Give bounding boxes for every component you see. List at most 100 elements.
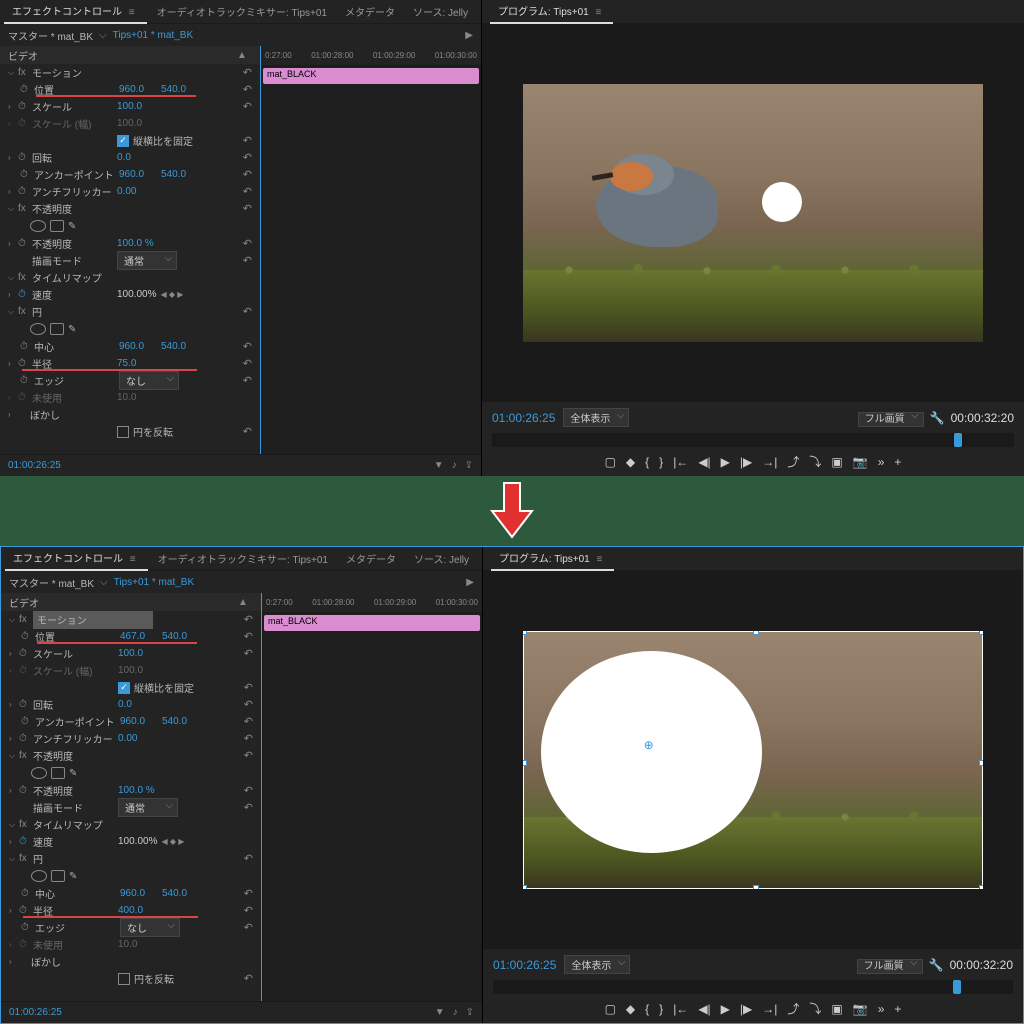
- prop-edge[interactable]: ⏱エッジなし↶: [1, 919, 261, 936]
- mini-timeline[interactable]: 0:27:0001:00:28:0001:00:29:0001:00:30:00…: [260, 46, 481, 454]
- bc-master[interactable]: マスター * mat_BK: [9, 575, 94, 590]
- music-icon[interactable]: ♪: [452, 460, 457, 471]
- tab-program[interactable]: プログラム: Tips+01 ≡: [491, 546, 614, 571]
- keyframe-nav[interactable]: ◀ ◆ ▶: [160, 290, 183, 299]
- bc-clip[interactable]: Tips+01 * mat_BK: [114, 577, 195, 588]
- tab-source[interactable]: ソース: Jelly: [405, 0, 476, 23]
- rect-mask-icon[interactable]: [51, 767, 65, 779]
- prop-feather[interactable]: ›ぼかし: [1, 953, 261, 970]
- add-icon[interactable]: +: [894, 1002, 901, 1016]
- section-time-remap[interactable]: ⌵fxタイムリマップ: [1, 816, 261, 833]
- prop-invert[interactable]: 円を反転↶: [0, 423, 260, 440]
- prop-radius[interactable]: ›⏱半径75.0↶: [0, 355, 260, 372]
- section-video[interactable]: ビデオ▲: [1, 593, 261, 611]
- tab-program[interactable]: プログラム: Tips+01 ≡: [490, 0, 613, 24]
- filter-icon[interactable]: ▼: [434, 460, 444, 471]
- out-bracket-icon[interactable]: }: [659, 455, 663, 469]
- export-icon[interactable]: ⇪: [465, 460, 473, 471]
- reset-icon[interactable]: ↶: [244, 852, 253, 865]
- section-circle[interactable]: ⌵fx円↶: [1, 850, 261, 867]
- music-icon[interactable]: ♪: [453, 1007, 458, 1018]
- scrubber[interactable]: [493, 980, 1013, 994]
- reset-icon[interactable]: ↶: [243, 66, 252, 79]
- collapse-icon[interactable]: ▲: [233, 597, 253, 608]
- extract-icon[interactable]: ⤵: [809, 1000, 821, 1017]
- section-motion[interactable]: ⌵fxモーション↶: [1, 611, 261, 628]
- edge-dropdown[interactable]: なし: [119, 371, 179, 390]
- reset-icon[interactable]: ↶: [244, 887, 253, 900]
- prop-center[interactable]: ⏱中心960.0540.0↶: [0, 338, 260, 355]
- reset-icon[interactable]: ↶: [244, 801, 253, 814]
- section-video[interactable]: ビデオ▲: [0, 46, 260, 64]
- playhead-icon[interactable]: ▶: [466, 577, 474, 588]
- reset-icon[interactable]: ↶: [243, 340, 252, 353]
- filter-icon[interactable]: ▼: [435, 1007, 445, 1018]
- step-fwd-icon[interactable]: |▶: [740, 1002, 752, 1016]
- checkbox-empty-icon[interactable]: [117, 426, 129, 438]
- reset-icon[interactable]: ↶: [243, 151, 252, 164]
- prop-center[interactable]: ⏱中心960.0540.0↶: [1, 885, 261, 902]
- program-viewer[interactable]: [482, 24, 1024, 402]
- stopwatch-icon[interactable]: ⏱: [18, 152, 32, 163]
- quality-dropdown[interactable]: フル画質: [858, 412, 924, 427]
- ellipse-mask-icon[interactable]: [30, 323, 46, 335]
- prop-position[interactable]: ⏱位置960.0540.0↶: [0, 81, 260, 98]
- mark-in-icon[interactable]: ▢: [605, 1002, 616, 1016]
- panel-menu-icon[interactable]: ≡: [126, 554, 140, 565]
- zoom-dropdown[interactable]: 全体表示: [563, 408, 629, 427]
- panel-menu-icon[interactable]: ≡: [125, 7, 139, 18]
- prop-antiflicker[interactable]: ›⏱アンチフリッカー0.00↶: [0, 183, 260, 200]
- more-icon[interactable]: »: [878, 455, 885, 469]
- wrench-icon[interactable]: 🔧: [929, 958, 944, 972]
- stopwatch-icon[interactable]: ⏱: [20, 84, 34, 95]
- current-timecode[interactable]: 01:00:26:25: [8, 460, 61, 471]
- timeline-clip[interactable]: mat_BLACK: [264, 615, 480, 631]
- prop-scale[interactable]: ›⏱スケール100.0↶: [1, 645, 261, 662]
- pen-mask-icon[interactable]: ✎: [69, 768, 77, 779]
- go-in-icon[interactable]: |←: [673, 455, 688, 469]
- play-icon[interactable]: ▶: [721, 1002, 730, 1016]
- reset-icon[interactable]: ↶: [243, 202, 252, 215]
- step-back-icon[interactable]: ◀|: [698, 455, 710, 469]
- reset-icon[interactable]: ↶: [244, 681, 253, 694]
- timeline-clip[interactable]: mat_BLACK: [263, 68, 479, 84]
- reset-icon[interactable]: ↶: [243, 425, 252, 438]
- stopwatch-icon[interactable]: ⏱: [18, 238, 32, 249]
- stopwatch-icon[interactable]: ⏱: [20, 341, 34, 352]
- prop-edge[interactable]: ⏱エッジなし↶: [0, 372, 260, 389]
- tab-metadata[interactable]: メタデータ: [337, 0, 403, 23]
- section-opacity[interactable]: ⌵fx不透明度↶: [0, 200, 260, 217]
- bc-clip[interactable]: Tips+01 * mat_BK: [113, 30, 194, 41]
- stopwatch-icon[interactable]: ⏱: [19, 648, 33, 659]
- reset-icon[interactable]: ↶: [244, 904, 253, 917]
- program-timecode[interactable]: 01:00:26:25: [492, 411, 555, 425]
- export-frame-icon[interactable]: ▣: [831, 1002, 842, 1016]
- panel-menu-icon[interactable]: ≡: [592, 7, 606, 18]
- stopwatch-icon[interactable]: ⏱: [19, 905, 33, 916]
- reset-icon[interactable]: ↶: [243, 374, 252, 387]
- ellipse-mask-icon[interactable]: [30, 220, 46, 232]
- reset-icon[interactable]: ↶: [244, 715, 253, 728]
- reset-icon[interactable]: ↶: [244, 972, 253, 985]
- go-out-icon[interactable]: →|: [762, 455, 777, 469]
- program-timecode[interactable]: 01:00:26:25: [493, 958, 556, 972]
- prop-lock-aspect[interactable]: ✓縦横比を固定↶: [1, 679, 261, 696]
- out-bracket-icon[interactable]: }: [659, 1002, 663, 1016]
- marker-icon[interactable]: ◆: [626, 1002, 635, 1016]
- reset-icon[interactable]: ↶: [244, 698, 253, 711]
- section-opacity[interactable]: ⌵fx不透明度↶: [1, 747, 261, 764]
- go-in-icon[interactable]: |←: [673, 1002, 688, 1016]
- add-icon[interactable]: +: [894, 455, 901, 469]
- reset-icon[interactable]: ↶: [243, 357, 252, 370]
- stopwatch-icon[interactable]: ⏱: [20, 375, 34, 386]
- marker-icon[interactable]: ◆: [626, 455, 635, 469]
- checkbox-icon[interactable]: ✓: [118, 682, 130, 694]
- reset-icon[interactable]: ↶: [243, 254, 252, 267]
- mark-in-icon[interactable]: ▢: [605, 455, 616, 469]
- stopwatch-icon[interactable]: ⏱: [21, 716, 35, 727]
- prop-opacity[interactable]: ›⏱不透明度100.0 %↶: [1, 782, 261, 799]
- ellipse-mask-icon[interactable]: [31, 767, 47, 779]
- prop-position[interactable]: ⏱位置467.0540.0↶: [1, 628, 261, 645]
- playhead-marker[interactable]: [954, 433, 962, 447]
- tab-audio-mixer[interactable]: オーディオトラックミキサー: Tips+01: [150, 547, 336, 570]
